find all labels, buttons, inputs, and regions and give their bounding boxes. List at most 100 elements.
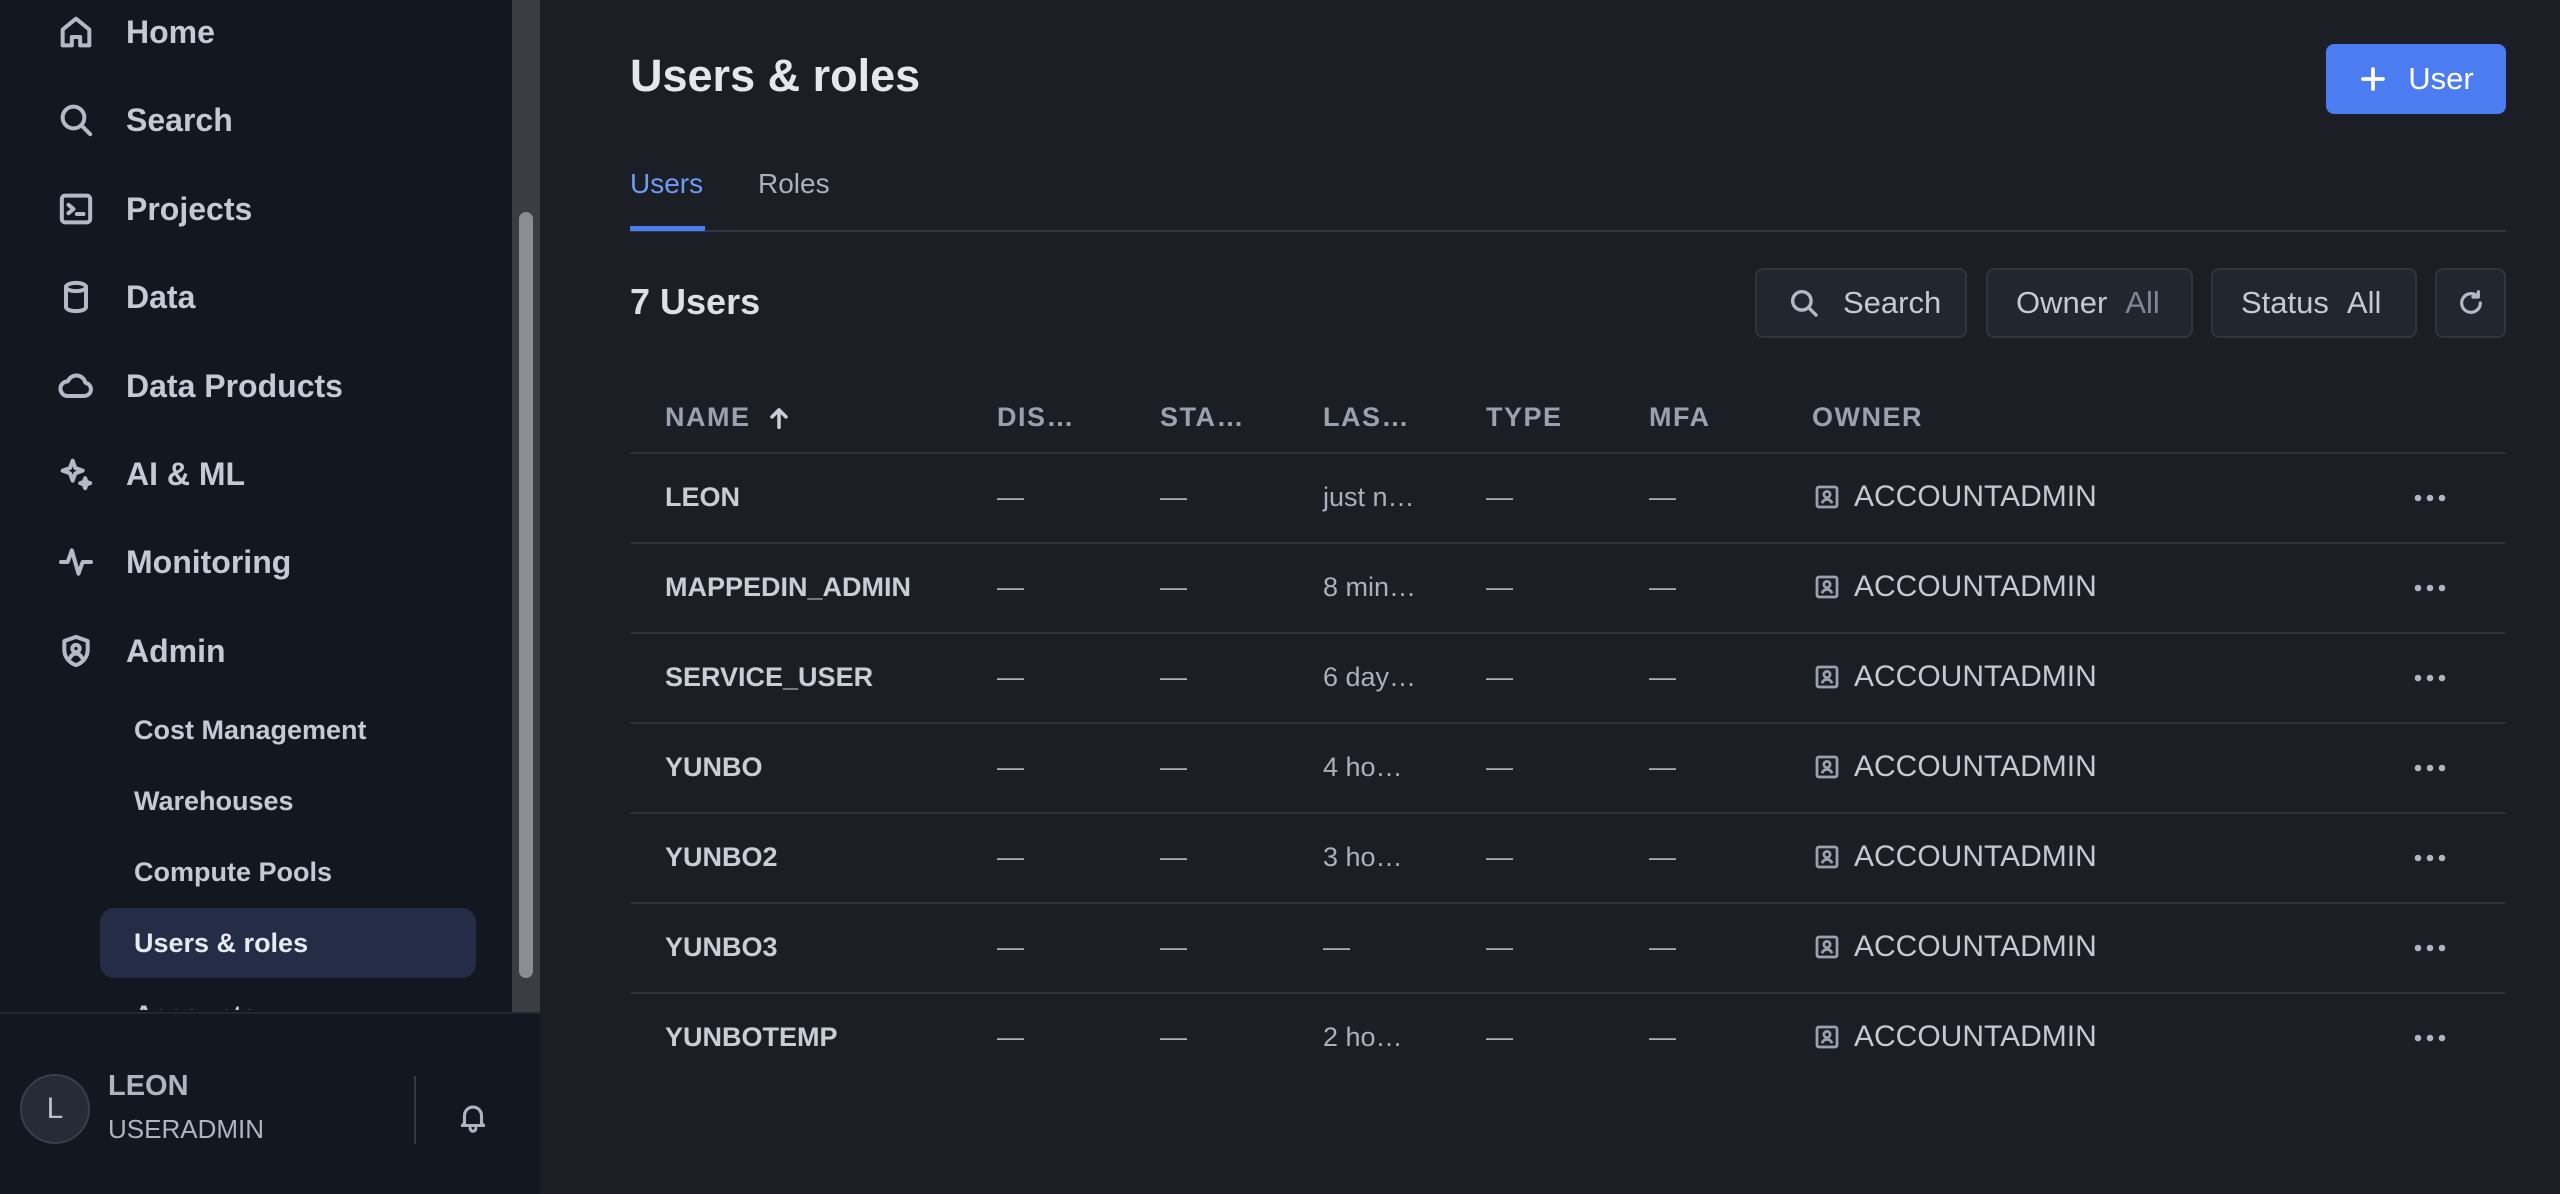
sidebar-subitem-label: Warehouses [134,785,294,816]
table-header: NAME DIS… STA… LAS… TYPE MFA OWNER [630,380,2506,454]
display-name-cell: — [997,1022,1024,1052]
sidebar-item-data[interactable]: Data [56,265,496,329]
user-name-cell[interactable]: YUNBO3 [665,932,778,963]
type-cell: — [1486,842,1513,872]
table-row[interactable]: YUNBO — — 4 ho… — — ACCOUNTADMIN [630,724,2506,814]
user-name-cell[interactable]: LEON [665,482,740,513]
user-name[interactable]: LEON [108,1070,189,1103]
status-cell: — [1160,662,1187,692]
role-badge-icon [1815,485,1839,509]
owner-cell: ACCOUNTADMIN [1812,480,2097,514]
table-row[interactable]: YUNBOTEMP — — 2 ho… — — ACCOUNTADMIN [630,994,2506,1084]
table-row[interactable]: MAPPEDIN_ADMIN — — 8 min… — — ACCOUNTADM… [630,544,2506,634]
home-icon [60,16,92,48]
more-horizontal-icon [2414,1034,2446,1042]
column-header-last-login[interactable]: LAS… [1323,402,1410,433]
sidebar-item-compute-pools[interactable]: Compute Pools [100,837,476,907]
owner-filter-value: All [2125,285,2160,320]
cloud-icon [58,373,93,398]
sidebar-item-admin[interactable]: Admin [56,619,496,683]
status-filter[interactable]: Status All [2211,268,2417,338]
refresh-button[interactable] [2435,268,2506,338]
owner-cell: ACCOUNTADMIN [1812,1020,2097,1054]
display-name-cell: — [997,752,1024,782]
role-badge-icon [1815,755,1839,779]
column-header-owner[interactable]: OWNER [1812,402,1923,433]
row-actions-button[interactable] [2408,748,2452,788]
role-badge-icon [1815,845,1839,869]
sidebar-item-cost-management[interactable]: Cost Management [100,695,476,765]
owner-name: ACCOUNTADMIN [1854,480,2097,513]
row-actions-button[interactable] [2408,1018,2452,1058]
owner-filter[interactable]: Owner All [1986,268,2193,338]
sidebar-nav: Home Search Projects Data Data Products … [0,0,512,1010]
column-header-name[interactable]: NAME [665,402,793,433]
row-actions-button[interactable] [2408,478,2452,518]
sidebar-scrollbar-thumb[interactable] [519,212,533,978]
active-tab-indicator [630,226,705,231]
sidebar-item-label: Admin [126,632,226,669]
status-cell: — [1160,1022,1187,1052]
sidebar: Home Search Projects Data Data Products … [0,0,540,1194]
user-name-cell[interactable]: YUNBOTEMP [665,1022,838,1053]
column-header-mfa[interactable]: MFA [1649,402,1711,433]
type-cell: — [1486,1022,1513,1052]
search-label: Search [1843,285,1942,320]
owner-cell: ACCOUNTADMIN [1812,930,2097,964]
column-header-label: NAME [665,402,751,432]
tab-roles[interactable]: Roles [758,168,830,200]
display-name-cell: — [997,572,1024,602]
sidebar-item-home[interactable]: Home [56,0,496,64]
user-name-cell[interactable]: MAPPEDIN_ADMIN [665,572,911,603]
tab-users[interactable]: Users [630,168,703,200]
notifications-button[interactable] [456,1100,490,1134]
row-actions-button[interactable] [2408,568,2452,608]
table-row[interactable]: YUNBO3 — — — — — ACCOUNTADMIN [630,904,2506,994]
sidebar-item-label: Home [126,13,215,50]
table-row[interactable]: SERVICE_USER — — 6 day… — — ACCOUNTADMIN [630,634,2506,724]
sidebar-item-monitoring[interactable]: Monitoring [56,530,496,594]
sidebar-item-search[interactable]: Search [56,88,496,152]
user-name-cell[interactable]: YUNBO [665,752,763,783]
avatar[interactable]: L [20,1074,90,1144]
database-icon [64,280,88,314]
sidebar-item-users-roles[interactable]: Users & roles [100,908,476,978]
arrow-up-icon [769,407,788,429]
row-actions-button[interactable] [2408,658,2452,698]
more-horizontal-icon [2414,764,2446,772]
owner-filter-label: Owner [2016,285,2108,320]
sidebar-subitem-label: Cost Management [134,714,367,745]
sidebar-item-projects[interactable]: Projects [56,177,496,241]
divider [414,1076,416,1144]
column-header-display-name[interactable]: DIS… [997,402,1075,433]
row-actions-button[interactable] [2408,838,2452,878]
status-filter-label: Status [2241,285,2329,320]
sidebar-item-accounts[interactable]: Accounts [100,980,476,1011]
user-name-cell[interactable]: SERVICE_USER [665,662,873,693]
status-cell: — [1160,482,1187,512]
mfa-cell: — [1649,932,1676,962]
sidebar-item-warehouses[interactable]: Warehouses [100,766,476,836]
column-header-type[interactable]: TYPE [1486,402,1563,433]
row-actions-button[interactable] [2408,928,2452,968]
add-user-button[interactable]: User [2326,44,2506,114]
search-button[interactable]: Search [1755,268,1967,338]
more-horizontal-icon [2414,854,2446,862]
last-login-cell: 6 day… [1323,662,1417,692]
status-cell: — [1160,842,1187,872]
column-header-status[interactable]: STA… [1160,402,1245,433]
sidebar-item-data-products[interactable]: Data Products [56,354,496,418]
table-row[interactable]: YUNBO2 — — 3 ho… — — ACCOUNTADMIN [630,814,2506,904]
sidebar-item-ai-ml[interactable]: AI & ML [56,442,496,506]
display-name-cell: — [997,842,1024,872]
mfa-cell: — [1649,1022,1676,1052]
user-bar: L LEON USERADMIN [0,1012,540,1194]
role-badge-icon [1815,935,1839,959]
role-badge-icon [1815,575,1839,599]
owner-name: ACCOUNTADMIN [1854,1020,2097,1053]
owner-name: ACCOUNTADMIN [1854,840,2097,873]
table-row[interactable]: LEON — — just n… — — ACCOUNTADMIN [630,454,2506,544]
sidebar-item-label: AI & ML [126,455,246,492]
role-badge-icon [1815,1025,1839,1049]
user-name-cell[interactable]: YUNBO2 [665,842,778,873]
